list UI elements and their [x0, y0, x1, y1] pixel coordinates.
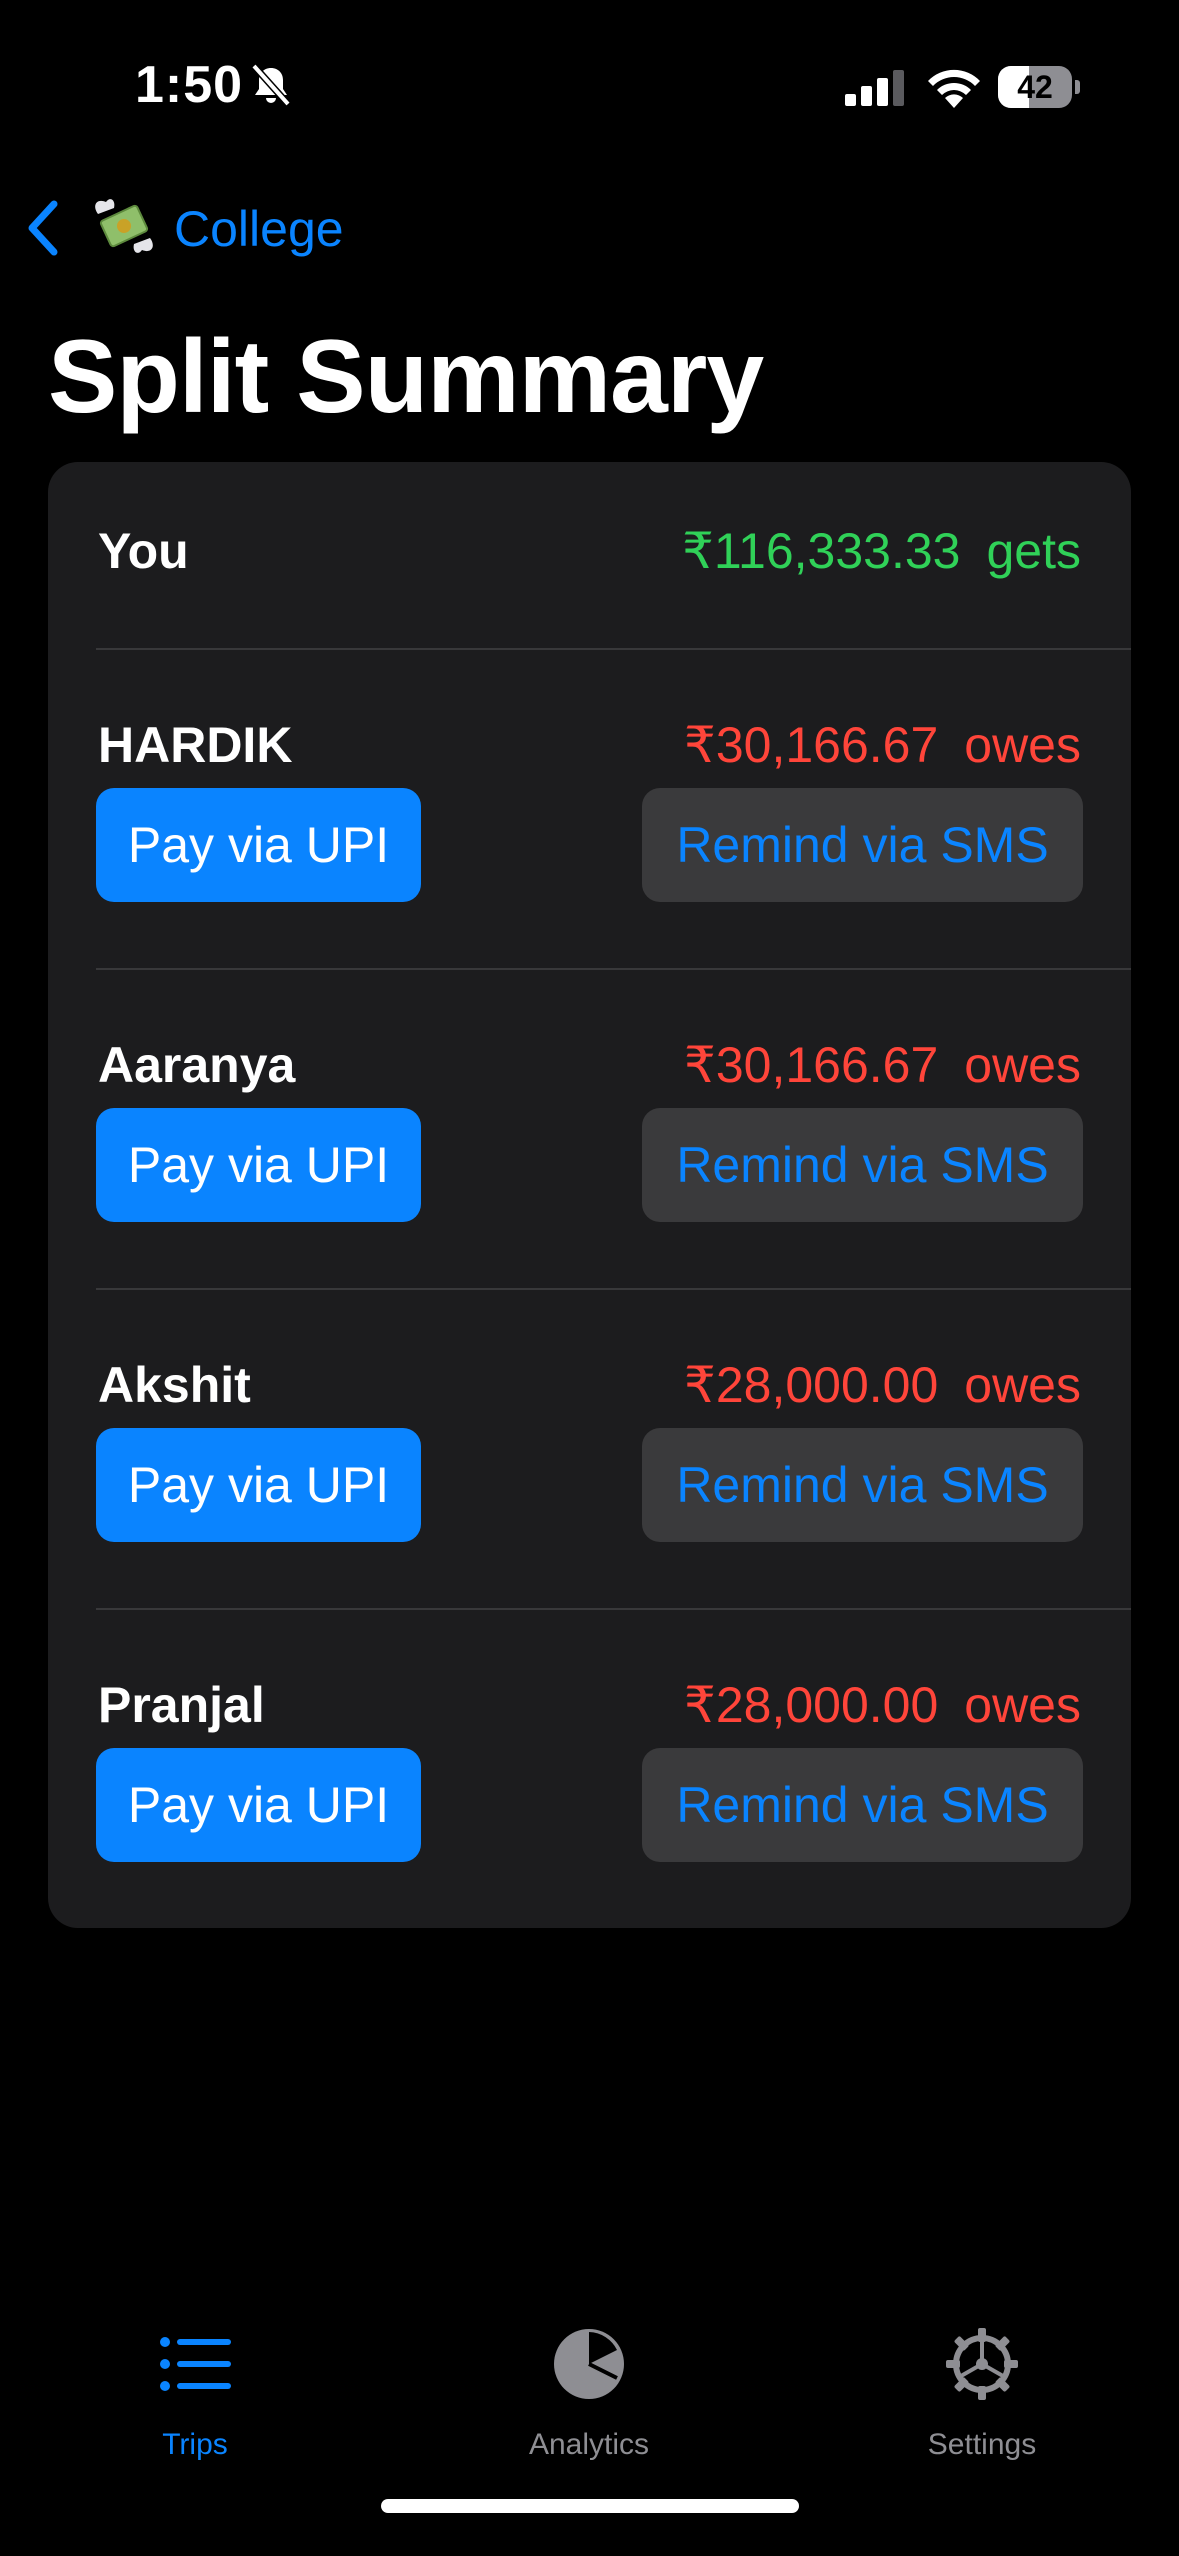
- you-amount-value: ₹116,333.33: [682, 523, 961, 579]
- wifi-icon: [928, 69, 980, 108]
- page-title: Split Summary: [48, 319, 764, 435]
- remind-via-sms-button[interactable]: Remind via SMS: [642, 1748, 1083, 1862]
- you-row: You ₹116,333.33 gets: [48, 462, 1131, 648]
- member-name: Pranjal: [98, 1677, 265, 1733]
- home-indicator: [381, 2499, 799, 2513]
- pie-chart-icon[interactable]: [551, 2326, 627, 2402]
- member-status: owes: [964, 1357, 1081, 1413]
- member-amount: ₹28,000.00 owes: [684, 1356, 1081, 1414]
- tab-bar: Trips Analytics Settings: [0, 2300, 1179, 2556]
- member-status: owes: [964, 1677, 1081, 1733]
- member-name: Aaranya: [98, 1037, 296, 1093]
- member-amount: ₹30,166.67 owes: [684, 1036, 1081, 1094]
- battery-percentage: 42: [1017, 69, 1053, 105]
- pay-via-upi-button[interactable]: Pay via UPI: [96, 1108, 421, 1222]
- split-summary-card: You ₹116,333.33 gets HARDIK ₹30,166.67 owe…: [48, 462, 1131, 1928]
- tab-label[interactable]: Trips: [65, 2428, 325, 2462]
- member-amount-value: ₹28,000.00: [684, 1677, 939, 1733]
- you-amount: ₹116,333.33 gets: [682, 522, 1081, 580]
- remind-via-sms-button[interactable]: Remind via SMS: [642, 1428, 1083, 1542]
- back-button-label[interactable]: College: [174, 200, 344, 258]
- chevron-left-icon[interactable]: [24, 198, 64, 258]
- pay-via-upi-button[interactable]: Pay via UPI: [96, 788, 421, 902]
- back-navigation[interactable]: College: [0, 180, 600, 270]
- pay-via-upi-button[interactable]: Pay via UPI: [96, 1428, 421, 1542]
- tab-label[interactable]: Analytics: [459, 2428, 719, 2462]
- member-amount: ₹28,000.00 owes: [684, 1676, 1081, 1734]
- remind-via-sms-button[interactable]: Remind via SMS: [642, 788, 1083, 902]
- you-status: gets: [986, 523, 1081, 579]
- bell-slash-icon: [251, 63, 291, 107]
- member-name: Akshit: [98, 1357, 251, 1413]
- member-row-hardik: HARDIK ₹30,166.67 owes Pay via UPI Remind…: [48, 650, 1131, 970]
- remind-via-sms-button[interactable]: Remind via SMS: [642, 1108, 1083, 1222]
- member-name: HARDIK: [98, 717, 293, 773]
- member-row-akshit: Akshit ₹28,000.00 owes Pay via UPI Remind…: [48, 1290, 1131, 1610]
- you-label: You: [98, 523, 189, 579]
- member-row-aaranya: Aaranya ₹30,166.67 owes Pay via UPI Remin…: [48, 970, 1131, 1290]
- member-row-pranjal: Pranjal ₹28,000.00 owes Pay via UPI Remin…: [48, 1610, 1131, 1928]
- member-amount-value: ₹30,166.67: [684, 717, 939, 773]
- status-time: 1:50: [135, 56, 244, 114]
- gear-icon[interactable]: [944, 2326, 1020, 2402]
- tab-analytics[interactable]: Analytics: [459, 2300, 719, 2470]
- member-status: owes: [964, 717, 1081, 773]
- tab-trips[interactable]: Trips: [65, 2300, 325, 2470]
- battery-icon: 42: [998, 66, 1080, 108]
- status-bar: 1:50 42: [0, 0, 1179, 140]
- member-status: owes: [964, 1037, 1081, 1093]
- member-amount-value: ₹30,166.67: [684, 1037, 939, 1093]
- tab-label[interactable]: Settings: [852, 2428, 1112, 2462]
- money-with-wings-icon: [95, 199, 153, 253]
- list-icon[interactable]: [157, 2326, 233, 2402]
- cellular-signal-icon: [845, 70, 904, 106]
- member-amount: ₹30,166.67 owes: [684, 716, 1081, 774]
- member-amount-value: ₹28,000.00: [684, 1357, 939, 1413]
- pay-via-upi-button[interactable]: Pay via UPI: [96, 1748, 421, 1862]
- tab-settings[interactable]: Settings: [852, 2300, 1112, 2470]
